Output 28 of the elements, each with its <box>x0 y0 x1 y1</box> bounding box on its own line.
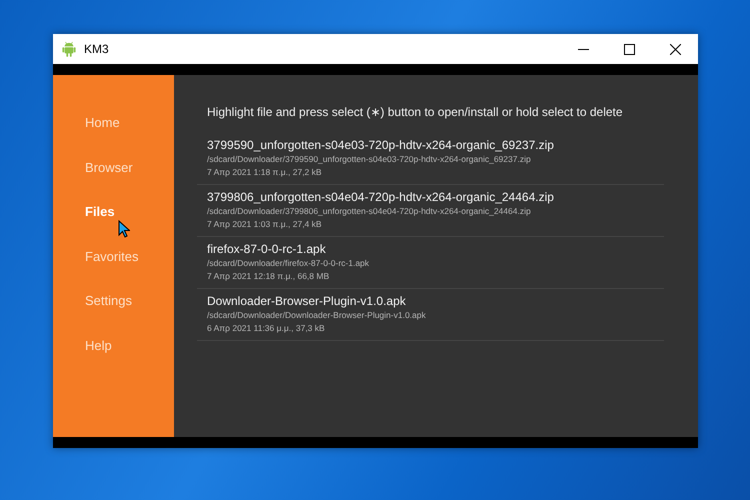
sidebar-item[interactable]: Browser <box>53 160 174 204</box>
sidebar-item[interactable]: Favorites <box>53 248 174 294</box>
file-path: /sdcard/Downloader/3799590_unforgotten-s04e03-720p-hdtv-x264-organic_69237.zip <box>207 153 532 166</box>
sidebar-item[interactable]: Files <box>53 204 174 249</box>
mouse-pointer-icon <box>118 220 130 238</box>
sidebar-item[interactable]: Home <box>53 115 174 160</box>
file-list-item[interactable]: firefox-87-0-0-rc-1.apk /sdcard/Downloader/firefox-87-0-0-rc-1.apk 7 Απρ 2021 12:18 π.μ., 66,8 MB <box>197 237 664 289</box>
file-info: 7 Απρ 2021 1:03 π.μ., 27,4 kB <box>207 218 323 231</box>
file-info: 7 Απρ 2021 1:18 π.μ., 27,2 kB <box>207 166 323 179</box>
file-path: /sdcard/Downloader/firefox-87-0-0-rc-1.apk <box>207 257 370 270</box>
window-title: KM3 <box>84 42 109 56</box>
file-info: 6 Απρ 2021 11:36 μ.μ., 37,3 kB <box>207 322 326 335</box>
file-name: firefox-87-0-0-rc-1.apk <box>207 241 327 257</box>
maximize-icon <box>624 44 634 54</box>
file-path: /sdcard/Downloader/3799806_unforgotten-s04e04-720p-hdtv-x264-organic_24464.zip <box>207 205 532 218</box>
file-path: /sdcard/Downloader/Downloader-Browser-Plugin-v1.0.apk <box>207 309 427 322</box>
file-list-item[interactable]: Downloader-Browser-Plugin-v1.0.apk /sdcard/Downloader/Downloader-Browser-Plugin-v1.0.apk 6 Απρ 2021 11:36 μ.μ., 37,3 kB <box>197 289 664 341</box>
instruction-text: Highlight file and press select (∗) button to open/install or hold select to delete <box>207 105 624 119</box>
file-info: 7 Απρ 2021 12:18 π.μ., 66,8 MB <box>207 270 330 283</box>
close-icon <box>670 44 680 54</box>
file-name: 3799806_unforgotten-s04e04-720p-hdtv-x264-organic_24464.zip <box>207 189 555 205</box>
sidebar-item[interactable]: Help <box>53 338 174 383</box>
file-name: Downloader-Browser-Plugin-v1.0.apk <box>207 293 407 309</box>
file-name: 3799590_unforgotten-s04e03-720p-hdtv-x264-organic_69237.zip <box>207 137 555 153</box>
sidebar-item[interactable]: Settings <box>53 293 174 338</box>
file-list-item[interactable]: 3799806_unforgotten-s04e04-720p-hdtv-x264-organic_24464.zip /sdcard/Downloader/3799806_unforgotten-s04e04-720p-hdtv-x264-organic_24464.zip 7 Απρ 2021 1:03 π.μ., 27,4 kB <box>197 185 664 237</box>
android-robot-icon <box>62 41 76 57</box>
file-list-item[interactable]: 3799590_unforgotten-s04e03-720p-hdtv-x264-organic_69237.zip /sdcard/Downloader/3799590_unforgotten-s04e03-720p-hdtv-x264-organic_69237.zip 7 Απρ 2021 1:18 π.μ., 27,2 kB <box>197 133 664 185</box>
